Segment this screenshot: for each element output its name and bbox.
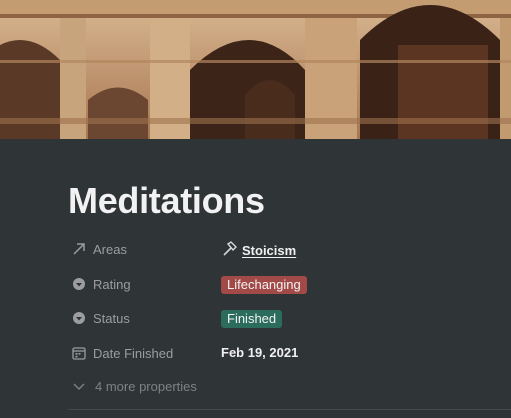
- property-label-status: Status: [93, 311, 130, 327]
- calendar-icon: [71, 345, 87, 361]
- property-row-rating[interactable]: Rating Lifechanging: [68, 267, 498, 302]
- property-row-status[interactable]: Status Finished: [68, 301, 498, 336]
- chevron-down-icon: [72, 379, 86, 398]
- hammer-icon: [221, 241, 237, 260]
- more-properties-toggle[interactable]: 4 more properties: [68, 370, 498, 404]
- property-row-date-finished[interactable]: Date Finished Feb 19, 2021: [68, 336, 498, 371]
- select-caret-icon: [71, 276, 87, 292]
- select-tag-finished: Finished: [221, 310, 283, 329]
- more-properties-label: 4 more properties: [95, 379, 197, 395]
- colosseum-cover-image: [0, 0, 511, 139]
- property-value-rating[interactable]: Lifechanging: [221, 275, 307, 294]
- property-value-status[interactable]: Finished: [221, 310, 283, 329]
- select-tag-lifechanging: Lifechanging: [221, 275, 307, 294]
- property-label-areas: Areas: [93, 242, 127, 257]
- cover-image[interactable]: [0, 0, 511, 139]
- page-title[interactable]: Meditations: [68, 180, 265, 222]
- property-label-rating: Rating: [93, 276, 131, 292]
- property-label-date-finished: Date Finished: [93, 345, 174, 361]
- property-value-areas[interactable]: Stoicism: [221, 241, 296, 260]
- property-value-date-finished[interactable]: Feb 19, 2021: [221, 345, 298, 360]
- relation-link-stoicism[interactable]: Stoicism: [242, 243, 296, 258]
- select-caret-icon: [71, 310, 87, 326]
- arrow-up-right-icon: [71, 241, 87, 257]
- properties-divider: [68, 409, 511, 410]
- property-row-areas[interactable]: Areas Stoicism: [68, 232, 498, 267]
- property-list: Areas Stoicism Rating Lifechanging Statu…: [68, 232, 498, 404]
